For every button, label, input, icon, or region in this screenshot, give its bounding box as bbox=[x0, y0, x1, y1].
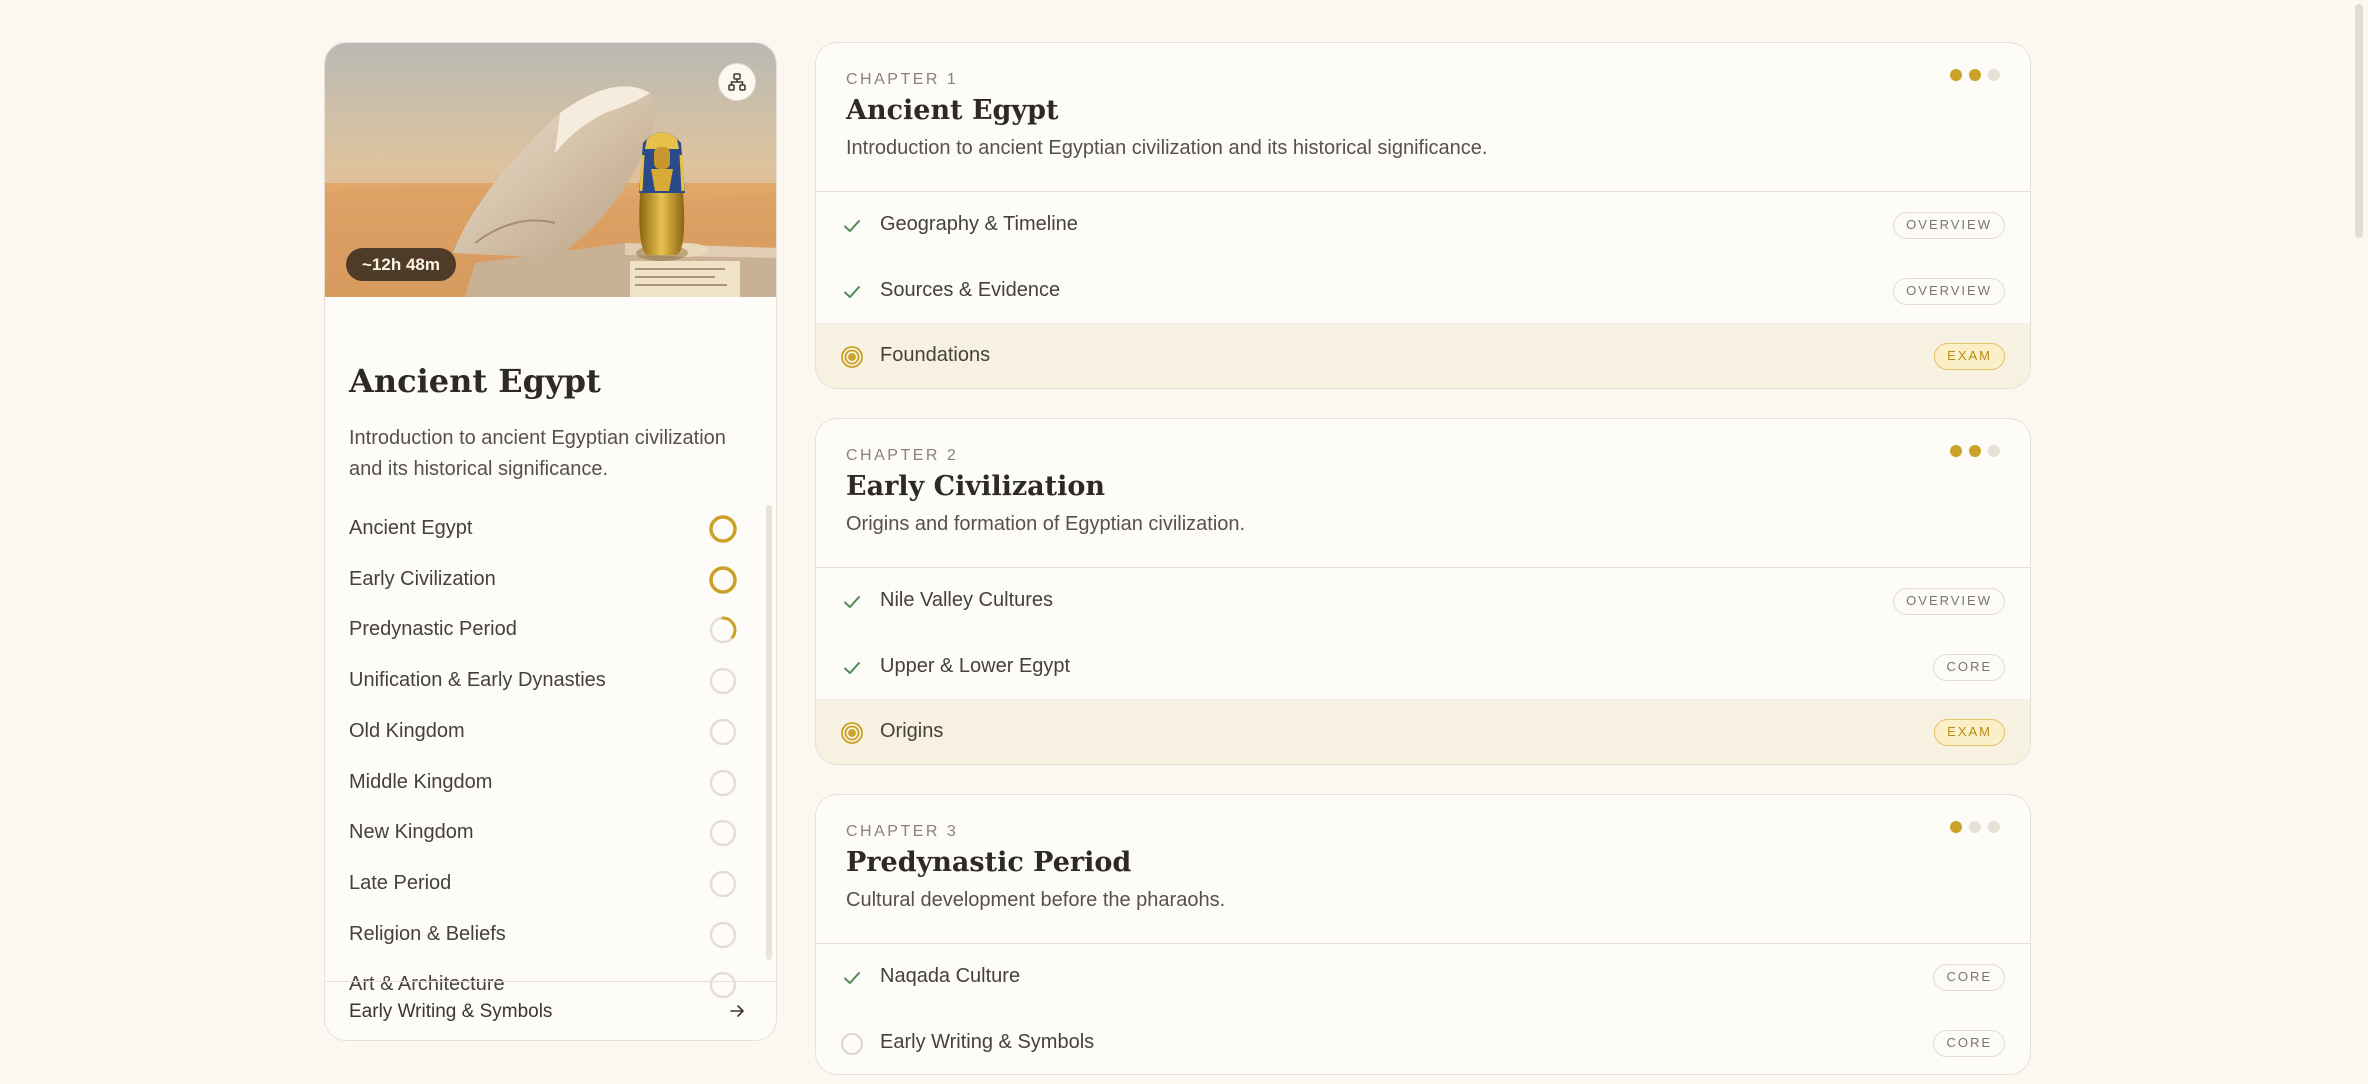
chapter-list-item[interactable]: Late Period bbox=[325, 858, 776, 909]
lesson-tag-badge: EXAM bbox=[1934, 343, 2005, 370]
lesson-name: Foundations bbox=[880, 344, 991, 366]
lesson-tag-badge: OVERVIEW bbox=[1893, 212, 2005, 239]
chapter-list-item-label: Late Period bbox=[349, 871, 452, 894]
empty-circle-icon bbox=[841, 1032, 863, 1055]
chapter-list-item[interactable]: New Kingdom bbox=[325, 807, 776, 858]
lesson-name: Origins bbox=[880, 720, 944, 742]
progress-dot bbox=[1988, 69, 2000, 81]
lesson-name: Naqada Culture bbox=[880, 965, 1021, 987]
arrow-right-icon bbox=[730, 1005, 744, 1017]
share-button[interactable] bbox=[718, 63, 756, 101]
chapter-list-item-label: Early Civilization bbox=[349, 567, 496, 590]
chapter-kicker: CHAPTER 1 bbox=[846, 71, 959, 88]
chapter-title: Early Civilization bbox=[846, 471, 1106, 502]
progress-dot bbox=[1969, 445, 1981, 457]
chapter-list-item-label: Predynastic Period bbox=[349, 618, 517, 641]
lesson-row[interactable]: Naqada Culture CORE bbox=[816, 944, 2030, 1010]
page-scrollbar[interactable] bbox=[2350, 0, 2368, 1084]
chapter-progress-ring-icon bbox=[709, 718, 737, 746]
progress-dot bbox=[1950, 821, 1962, 833]
target-icon bbox=[841, 346, 863, 368]
lesson-name: Nile Valley Cultures bbox=[880, 589, 1054, 611]
duration-badge: ~12h 48m bbox=[346, 248, 456, 281]
progress-dot bbox=[1950, 69, 1962, 81]
course-description: Introduction to ancient Egyptian civiliz… bbox=[349, 427, 726, 480]
lesson-list: Geography & Timeline OVERVIEW Sources & Ev… bbox=[816, 191, 2030, 388]
chapter-list-item-label: Ancient Egypt bbox=[349, 517, 473, 539]
progress-dot bbox=[1988, 445, 2000, 457]
lesson-list: Naqada Culture CORE Early Writing & Symbol… bbox=[816, 943, 2030, 1075]
chapter-progress-ring-icon bbox=[709, 769, 737, 796]
course-hero-image: ~12h 48m bbox=[325, 43, 776, 297]
progress-dot bbox=[1988, 821, 2000, 833]
chapter-progress-ring-icon bbox=[709, 667, 737, 695]
lesson-tag-badge: EXAM bbox=[1934, 719, 2005, 746]
lesson-row[interactable]: Upper & Lower Egypt CORE bbox=[816, 634, 2030, 700]
chapter-list-scrollbar[interactable] bbox=[766, 505, 772, 960]
share-nodes-icon bbox=[728, 73, 746, 91]
lesson-tag-badge: CORE bbox=[1933, 653, 2005, 681]
lesson-name: Geography & Timeline bbox=[880, 213, 1078, 235]
chapter-progress-ring-icon bbox=[709, 870, 737, 898]
chapter-card: CHAPTER 1 Ancient Egypt Introduction to an… bbox=[815, 42, 2031, 389]
chapter-description: Cultural development before the pharaohs… bbox=[846, 889, 1226, 911]
checkmark-icon bbox=[844, 596, 860, 608]
chapter-progress-ring-icon bbox=[709, 819, 737, 847]
chapter-title: Predynastic Period bbox=[846, 847, 1132, 878]
next-lesson-label: Early Writing & Symbols bbox=[349, 1001, 553, 1022]
chapter-progress-dots bbox=[1950, 69, 2000, 81]
checkmark-icon bbox=[844, 220, 860, 232]
lesson-row[interactable]: Nile Valley Cultures OVERVIEW bbox=[816, 568, 2030, 634]
lesson-name: Upper & Lower Egypt bbox=[880, 654, 1071, 677]
next-lesson-button[interactable]: Early Writing & Symbols bbox=[325, 981, 776, 1040]
lesson-row[interactable]: Foundations EXAM bbox=[816, 323, 2030, 388]
checkmark-icon bbox=[844, 972, 860, 984]
lesson-name: Early Writing & Symbols bbox=[880, 1030, 1095, 1053]
chapter-list-item[interactable]: Unification & Early Dynasties bbox=[325, 655, 776, 706]
chapter-card: CHAPTER 2 Early Civilization Origins and f… bbox=[815, 418, 2031, 765]
course-card: ~12h 48m Ancient Egypt Introduction to a… bbox=[324, 42, 777, 1041]
chapter-list-item[interactable]: Early Civilization bbox=[325, 554, 776, 605]
chapter-list-item[interactable]: Ancient Egypt bbox=[325, 503, 776, 554]
chapter-kicker: CHAPTER 2 bbox=[846, 447, 959, 464]
lesson-row[interactable]: Sources & Evidence OVERVIEW bbox=[816, 258, 2030, 324]
lesson-name: Sources & Evidence bbox=[880, 278, 1061, 301]
progress-dot bbox=[1969, 69, 1981, 81]
course-title: Ancient Egypt bbox=[349, 362, 601, 400]
chapter-list-item-label: Unification & Early Dynasties bbox=[349, 669, 606, 692]
lesson-tag-badge: CORE bbox=[1933, 964, 2005, 991]
lesson-tag-badge: CORE bbox=[1933, 1029, 2005, 1057]
checkmark-icon bbox=[844, 661, 860, 674]
chapter-list-item[interactable]: Middle Kingdom bbox=[325, 757, 776, 808]
chapter-title: Ancient Egypt bbox=[846, 95, 1059, 126]
chapter-kicker: CHAPTER 3 bbox=[846, 823, 959, 840]
chapter-list-item[interactable]: Religion & Beliefs bbox=[325, 909, 776, 960]
lesson-tag-badge: OVERVIEW bbox=[1893, 277, 2005, 305]
lesson-row[interactable]: Early Writing & Symbols CORE bbox=[816, 1010, 2030, 1075]
chapter-progress-ring-icon bbox=[709, 616, 737, 644]
lesson-list: Nile Valley Cultures OVERVIEW Upper & Lowe… bbox=[816, 567, 2030, 764]
target-icon bbox=[841, 722, 863, 744]
lesson-row[interactable]: Origins EXAM bbox=[816, 699, 2030, 764]
progress-dot bbox=[1969, 821, 1981, 833]
chapter-progress-ring-icon bbox=[709, 515, 737, 543]
chapter-list-item-label: Religion & Beliefs bbox=[349, 922, 506, 945]
chapter-list-item[interactable]: Old Kingdom bbox=[325, 706, 776, 757]
lesson-row[interactable]: Geography & Timeline OVERVIEW bbox=[816, 192, 2030, 258]
chapter-progress-dots bbox=[1950, 821, 2000, 833]
chapter-progress-ring-icon bbox=[709, 565, 737, 594]
chapter-progress-dots bbox=[1950, 445, 2000, 457]
chapter-list-item-label: Old Kingdom bbox=[349, 719, 465, 742]
page-scrollbar-thumb[interactable] bbox=[2355, 4, 2363, 238]
chapter-list-item-label: Middle Kingdom bbox=[349, 770, 493, 793]
chapter-list-item[interactable]: Predynastic Period bbox=[325, 604, 776, 655]
chapter-description: Introduction to ancient Egyptian civiliz… bbox=[846, 137, 1488, 159]
progress-dot bbox=[1950, 445, 1962, 457]
chapter-description: Origins and formation of Egyptian civili… bbox=[846, 513, 1246, 535]
chapter-progress-ring-icon bbox=[709, 921, 737, 948]
lesson-tag-badge: OVERVIEW bbox=[1893, 588, 2005, 615]
chapter-card: CHAPTER 3 Predynastic Period Cultural deve… bbox=[815, 794, 2031, 1075]
checkmark-icon bbox=[844, 285, 860, 298]
chapter-list-item-label: New Kingdom bbox=[349, 821, 474, 844]
